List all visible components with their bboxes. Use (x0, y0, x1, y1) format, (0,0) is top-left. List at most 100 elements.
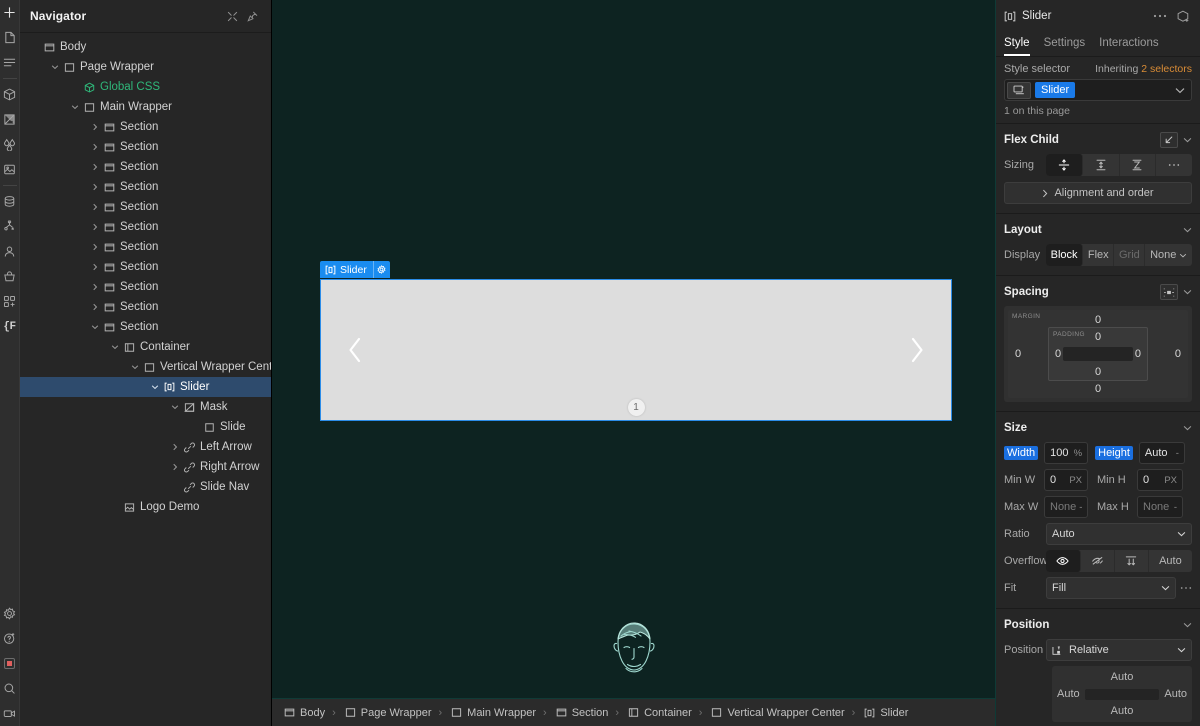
more-options-icon[interactable] (1151, 14, 1169, 18)
tab-interactions[interactable]: Interactions (1099, 32, 1158, 56)
position-bottom-value[interactable]: Auto (1111, 705, 1134, 717)
navigator-row-logo-demo[interactable]: Logo Demo (20, 497, 271, 517)
video-icon[interactable] (0, 701, 20, 726)
style-manager-icon[interactable] (0, 107, 20, 132)
navigator-row-slide[interactable]: Slide (20, 417, 271, 437)
assets-icon[interactable] (0, 157, 20, 182)
navigator-row-section[interactable]: Section (20, 117, 271, 137)
navigator-row-section[interactable]: Section (20, 217, 271, 237)
navigator-row-section[interactable]: Section (20, 137, 271, 157)
custom-code-icon[interactable]: {F (0, 314, 20, 339)
padding-right-value[interactable]: 0 (1135, 348, 1141, 360)
breadcrumb-item-main-wrapper[interactable]: Main Wrapper (443, 703, 542, 723)
padding-bottom-value[interactable]: 0 (1095, 366, 1101, 378)
sizing-more-icon[interactable] (1156, 154, 1192, 176)
position-left-value[interactable]: Auto (1057, 688, 1080, 700)
chevron-right-icon[interactable] (88, 263, 101, 271)
settings-gear-icon[interactable] (0, 601, 20, 626)
margin-top-value[interactable]: 0 (1095, 314, 1101, 326)
fit-select[interactable]: Fill (1046, 577, 1176, 599)
navigator-row-global-css[interactable]: Global CSS (20, 77, 271, 97)
help-icon[interactable] (0, 626, 20, 651)
spacing-collapse-icon[interactable] (1178, 289, 1192, 295)
position-collapse-icon[interactable] (1178, 622, 1192, 628)
create-component-icon[interactable] (1175, 10, 1192, 23)
navigator-row-section[interactable]: Section (20, 157, 271, 177)
padding-left-value[interactable]: 0 (1055, 348, 1061, 360)
navigator-row-left-arrow[interactable]: Left Arrow (20, 437, 271, 457)
breadcrumb-item-slider[interactable]: Slider (856, 703, 914, 723)
design-canvas[interactable]: Slider 1 (272, 0, 995, 698)
chevron-down-icon[interactable] (68, 103, 81, 111)
navigator-row-vertical-wrapper-center[interactable]: Vertical Wrapper Center (20, 357, 271, 377)
apps-icon[interactable] (0, 289, 20, 314)
breadcrumb-item-vertical-wrapper-center[interactable]: Vertical Wrapper Center (703, 703, 850, 723)
chevron-right-icon[interactable] (88, 303, 101, 311)
chevron-down-icon[interactable] (148, 383, 161, 391)
navigator-row-slider[interactable]: Slider (20, 377, 271, 397)
size-collapse-icon[interactable] (1178, 425, 1192, 431)
spacing-lock-icon[interactable] (1160, 284, 1178, 300)
slide-nav[interactable]: 1 (321, 399, 951, 416)
chevron-down-icon[interactable] (168, 403, 181, 411)
navigator-row-section[interactable]: Section (20, 317, 271, 337)
display-block-option[interactable]: Block (1046, 244, 1084, 266)
style-selector-input[interactable]: Slider (1004, 79, 1192, 101)
breadcrumb-item-body[interactable]: Body (276, 703, 331, 723)
layout-collapse-icon[interactable] (1178, 227, 1192, 233)
chevron-right-icon[interactable] (88, 243, 101, 251)
element-tag-icon[interactable] (1007, 81, 1031, 99)
chevron-right-icon[interactable] (88, 203, 101, 211)
ratio-select[interactable]: Auto (1046, 523, 1192, 545)
cms-icon[interactable] (0, 189, 20, 214)
ecommerce-icon[interactable] (0, 264, 20, 289)
overflow-visible-icon[interactable] (1046, 550, 1081, 572)
margin-left-value[interactable]: 0 (1015, 348, 1021, 360)
navigator-row-body[interactable]: Body (20, 37, 271, 57)
min-width-input[interactable]: 0 PX (1044, 469, 1088, 491)
height-input[interactable]: Auto - (1138, 442, 1185, 464)
width-input[interactable]: 100 % (1044, 442, 1089, 464)
position-right-value[interactable]: Auto (1164, 688, 1187, 700)
overflow-auto-option[interactable]: Auto (1149, 550, 1192, 572)
chevron-right-icon[interactable] (88, 163, 101, 171)
chevron-right-icon[interactable] (88, 183, 101, 191)
slider-settings-gear-icon[interactable] (372, 261, 390, 278)
padding-top-value[interactable]: 0 (1095, 331, 1101, 343)
display-flex-option[interactable]: Flex (1083, 244, 1115, 266)
chevron-right-icon[interactable] (88, 123, 101, 131)
navigator-row-section[interactable]: Section (20, 237, 271, 257)
flex-child-indicator-icon[interactable] (1160, 132, 1178, 148)
slider-element[interactable]: 1 (320, 279, 952, 421)
navigator-row-section[interactable]: Section (20, 257, 271, 277)
logo-demo-image[interactable] (605, 612, 663, 686)
fit-more-icon[interactable] (1176, 586, 1192, 590)
min-height-input[interactable]: 0 PX (1137, 469, 1183, 491)
margin-bottom-value[interactable]: 0 (1095, 383, 1101, 395)
chevron-down-icon[interactable] (1175, 87, 1189, 94)
sizing-shrink-icon[interactable] (1046, 154, 1083, 176)
navigator-row-section[interactable]: Section (20, 277, 271, 297)
position-top-value[interactable]: Auto (1111, 671, 1134, 683)
chevron-right-icon[interactable] (168, 463, 181, 471)
display-none-option[interactable]: None (1145, 244, 1192, 266)
record-indicator-icon[interactable] (0, 651, 20, 676)
margin-right-value[interactable]: 0 (1175, 348, 1181, 360)
variables-icon[interactable] (0, 132, 20, 157)
sizing-fill-icon[interactable] (1120, 154, 1157, 176)
position-select[interactable]: Relative (1046, 639, 1192, 661)
chevron-right-icon[interactable] (88, 283, 101, 291)
navigator-row-section[interactable]: Section (20, 177, 271, 197)
collapse-all-icon[interactable] (223, 7, 241, 25)
flex-child-collapse-icon[interactable] (1178, 137, 1192, 143)
slider-left-arrow[interactable] (338, 333, 372, 367)
selection-badge[interactable]: Slider (320, 261, 390, 278)
tab-style[interactable]: Style (1004, 32, 1030, 56)
tab-settings[interactable]: Settings (1044, 32, 1086, 56)
navigator-row-main-wrapper[interactable]: Main Wrapper (20, 97, 271, 117)
alignment-and-order-button[interactable]: Alignment and order (1004, 182, 1192, 204)
users-icon[interactable] (0, 239, 20, 264)
max-width-input[interactable]: None - (1044, 496, 1088, 518)
components-icon[interactable] (0, 82, 20, 107)
search-icon[interactable] (0, 676, 20, 701)
